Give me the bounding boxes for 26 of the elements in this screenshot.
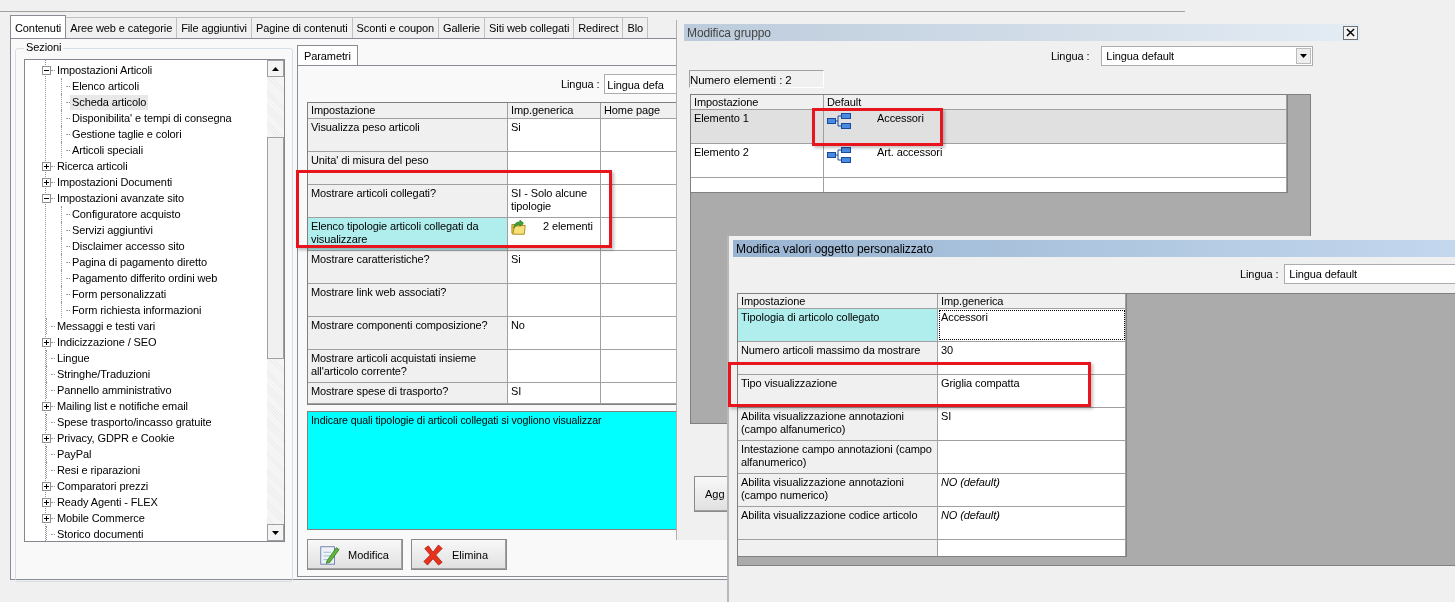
table-cell-text: SI - Solo alcune tipologie bbox=[511, 187, 589, 213]
language-label: Lingua : bbox=[561, 78, 600, 90]
language-label: Lingua : bbox=[1240, 268, 1279, 280]
language-label: Lingua : bbox=[1051, 50, 1090, 62]
table-cell: 2 elementi bbox=[543, 220, 593, 233]
table-cell: Si bbox=[511, 121, 521, 134]
table-cell: NO (default) bbox=[941, 476, 1000, 488]
table-cell: Elemento 2 bbox=[694, 146, 749, 158]
table-cell: 30 bbox=[941, 344, 954, 356]
table-cell: Accessori bbox=[941, 311, 988, 323]
table-cell: NO (default) bbox=[941, 509, 1000, 521]
element-count: Numero elementi : 2 bbox=[689, 70, 824, 88]
column-header: Imp.generica bbox=[938, 294, 1126, 308]
column-header: Impostazione bbox=[738, 294, 938, 308]
table-cell: Griglia compatta bbox=[941, 377, 1020, 389]
table-cell: SI bbox=[511, 385, 522, 398]
table-cell: No bbox=[511, 319, 525, 332]
group-title: Sezioni bbox=[24, 41, 64, 53]
window-title: Modifica valori oggetto personalizzato bbox=[736, 241, 933, 256]
table-cell: Art. accessori bbox=[877, 146, 943, 159]
table-cell: Si bbox=[511, 253, 521, 266]
column-header: Default bbox=[824, 95, 1287, 109]
table-cell: SI bbox=[941, 410, 952, 422]
table-cell: Accessori bbox=[877, 112, 924, 125]
column-header: Impostazione bbox=[691, 95, 824, 109]
window-title: Modifica gruppo bbox=[687, 25, 771, 40]
